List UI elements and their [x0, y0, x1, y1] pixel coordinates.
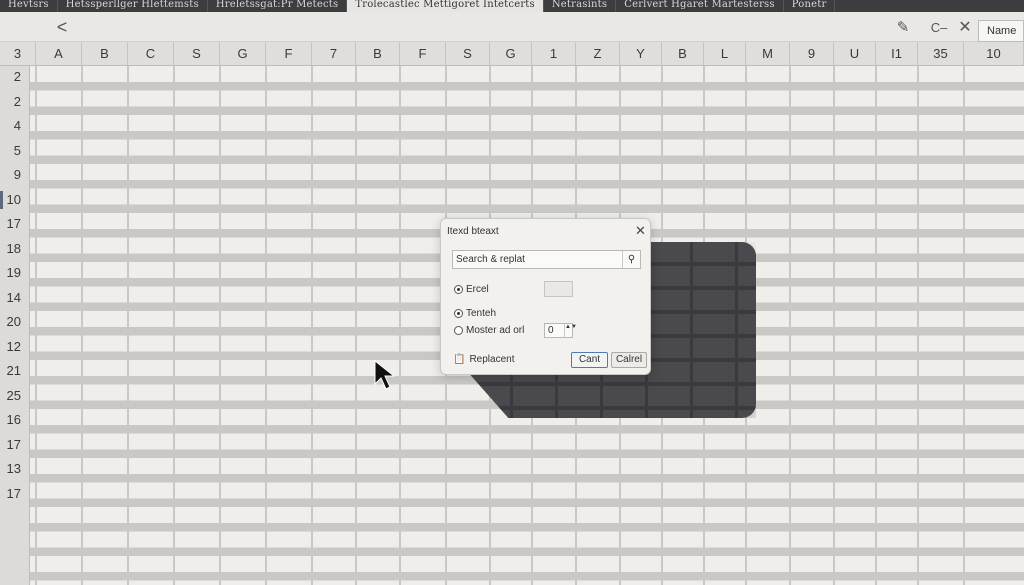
- column-header[interactable]: A: [36, 42, 82, 66]
- column-header[interactable]: 1: [532, 42, 576, 66]
- replacement-label: Replacent: [469, 354, 515, 365]
- undo-icon[interactable]: C–: [928, 16, 950, 38]
- cancel-button[interactable]: Calrel: [611, 352, 647, 368]
- tab-2[interactable]: Hetssperllger Hlettemsts: [58, 0, 208, 12]
- confirm-button[interactable]: Cant: [571, 352, 608, 368]
- column-header[interactable]: S: [174, 42, 220, 66]
- row-header[interactable]: 17: [0, 485, 30, 503]
- column-header[interactable]: I1: [876, 42, 918, 66]
- stepper-arrows-icon[interactable]: ▲▼: [564, 324, 577, 337]
- row-header[interactable]: 17: [0, 215, 30, 233]
- column-header[interactable]: M: [746, 42, 790, 66]
- dialog-title: Itexd bteaxt: [447, 226, 499, 237]
- row-header[interactable]: 20: [0, 313, 30, 331]
- stepper-value[interactable]: 0: [548, 325, 554, 336]
- grid-column-line: [399, 66, 401, 585]
- excel-field[interactable]: [544, 281, 573, 297]
- option-tenteh[interactable]: Tenteh: [454, 308, 496, 319]
- option-tenteh-label: Tenteh: [466, 308, 497, 319]
- quantity-stepper[interactable]: 0 ▲▼: [544, 323, 577, 338]
- grid-column-line: [963, 66, 965, 585]
- grid-column-line: [875, 66, 877, 585]
- option-excel[interactable]: Ercel: [454, 284, 489, 295]
- column-header[interactable]: 10: [964, 42, 1024, 66]
- row-header[interactable]: 21: [0, 362, 30, 380]
- column-header[interactable]: B: [356, 42, 400, 66]
- replacement-option[interactable]: 📋 Replacent: [453, 354, 514, 365]
- row-header[interactable]: 19: [0, 264, 30, 282]
- grid-column-line: [265, 66, 267, 585]
- grid-column-line: [789, 66, 791, 585]
- tab-strip: Hevtsrs Hetssperllger Hlettemsts Hrelets…: [0, 0, 1024, 12]
- tab-6[interactable]: Cerlvert Hgaret Martesterss: [616, 0, 784, 12]
- row-header[interactable]: 2: [0, 68, 30, 86]
- search-icon[interactable]: ⚲: [622, 251, 640, 268]
- search-input[interactable]: Search & replat ⚲: [452, 250, 641, 269]
- grid-column-line: [311, 66, 313, 585]
- mouse-cursor-icon: [374, 360, 396, 390]
- search-input-value[interactable]: Search & replat: [453, 254, 622, 265]
- dialog-close-icon[interactable]: ✕: [635, 223, 646, 239]
- column-header[interactable]: C: [128, 42, 174, 66]
- edit-icon[interactable]: ✎: [893, 16, 913, 38]
- grid-column-line: [81, 66, 83, 585]
- row-header[interactable]: 13: [0, 460, 30, 478]
- close-icon[interactable]: ✕: [956, 16, 974, 38]
- radio-excel[interactable]: [454, 285, 463, 294]
- row-header[interactable]: 16: [0, 411, 30, 429]
- grid-column-line: [355, 66, 357, 585]
- column-header[interactable]: Z: [576, 42, 620, 66]
- column-header[interactable]: B: [662, 42, 704, 66]
- column-header[interactable]: 9: [790, 42, 834, 66]
- search-replace-dialog: Itexd bteaxt ✕ Search & replat ⚲ Ercel T…: [440, 218, 651, 375]
- column-header[interactable]: 3: [0, 42, 36, 66]
- tab-5[interactable]: Netrasints: [544, 0, 617, 12]
- clipboard-icon: 📋: [453, 354, 466, 365]
- column-header[interactable]: 7: [312, 42, 356, 66]
- row-header[interactable]: 5: [0, 142, 30, 160]
- tab-1[interactable]: Hevtsrs: [0, 0, 58, 12]
- column-header[interactable]: B: [82, 42, 128, 66]
- column-header[interactable]: L: [704, 42, 746, 66]
- row-header[interactable]: 2: [0, 93, 30, 111]
- name-box[interactable]: Name: [978, 20, 1024, 42]
- row-header[interactable]: 25: [0, 387, 30, 405]
- radio-tenteh[interactable]: [454, 309, 463, 318]
- option-master-label: Moster ad orl: [466, 325, 525, 336]
- tab-3[interactable]: Hreletssgat:Pr Metects: [208, 0, 348, 12]
- column-header[interactable]: Y: [620, 42, 662, 66]
- column-header[interactable]: F: [266, 42, 312, 66]
- row-header[interactable]: 4: [0, 117, 30, 135]
- tab-7[interactable]: Ponetr: [784, 0, 836, 12]
- tab-4[interactable]: Trolecastlec Mettigoret Intetcerts: [347, 0, 544, 12]
- option-excel-label: Ercel: [466, 284, 489, 295]
- row-header[interactable]: 18: [0, 240, 30, 258]
- row-header[interactable]: 10: [0, 190, 30, 209]
- column-header[interactable]: G: [490, 42, 532, 66]
- row-header-bar: 2 2 4 5 9 10 17 18 19 14 20 12 21 25 16 17 13 17: [0, 66, 30, 585]
- radio-master[interactable]: [454, 326, 463, 335]
- grid-column-line: [917, 66, 919, 585]
- row-header[interactable]: 9: [0, 166, 30, 184]
- column-header[interactable]: F: [400, 42, 446, 66]
- row-header[interactable]: 17: [0, 436, 30, 454]
- column-header-bar: 3 A B C S G F 7 B F S G 1 Z Y B L M 9 U I1 35 10: [0, 42, 1024, 66]
- toolbar: < ✎ C– ✕ Name: [0, 12, 1024, 42]
- back-arrow-icon[interactable]: <: [52, 16, 72, 38]
- grid-column-line: [173, 66, 175, 585]
- row-header[interactable]: 14: [0, 289, 30, 307]
- option-master[interactable]: Moster ad orl: [454, 325, 524, 336]
- column-header[interactable]: G: [220, 42, 266, 66]
- grid-column-line: [219, 66, 221, 585]
- grid-column-line: [833, 66, 835, 585]
- row-header[interactable]: 12: [0, 338, 30, 356]
- grid-column-line: [127, 66, 129, 585]
- column-header[interactable]: S: [446, 42, 490, 66]
- column-header[interactable]: U: [834, 42, 876, 66]
- grid-column-line: [35, 66, 37, 585]
- column-header[interactable]: 35: [918, 42, 964, 66]
